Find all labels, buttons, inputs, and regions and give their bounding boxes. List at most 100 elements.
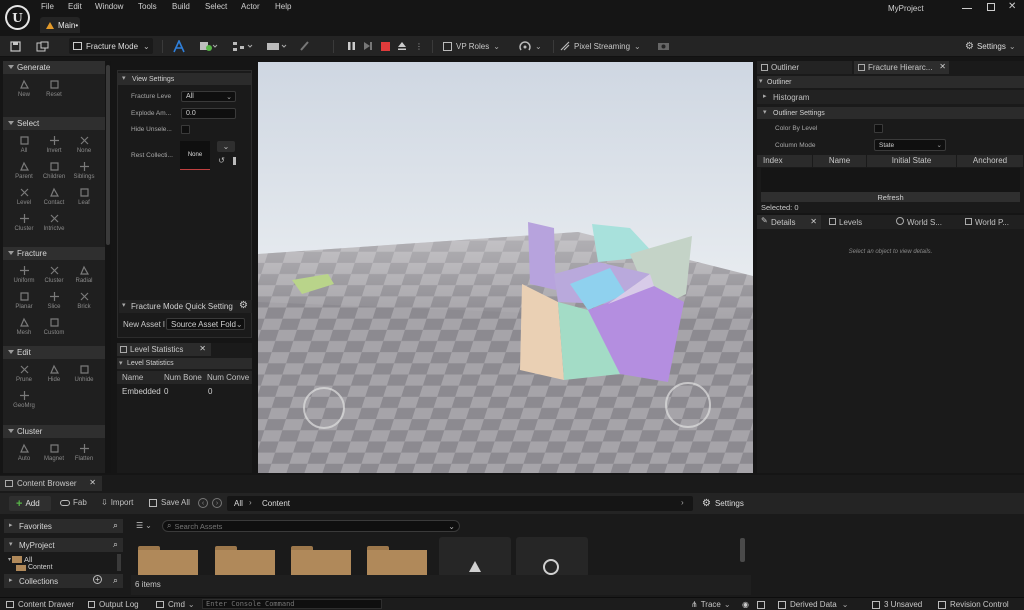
- folder-icon[interactable]: [367, 546, 427, 575]
- mode-select-dropdown[interactable]: Fracture Mode ⌄: [69, 38, 153, 54]
- fab-button[interactable]: Fab: [60, 498, 87, 507]
- blueprint-icon[interactable]: [231, 38, 255, 54]
- breadcrumb-content[interactable]: Content: [262, 499, 290, 508]
- tool-invert[interactable]: Invert: [39, 135, 69, 159]
- level-statistics-tab[interactable]: Level Statistics ✕: [117, 343, 211, 356]
- menu-select[interactable]: Select: [205, 2, 227, 11]
- history-back-icon[interactable]: ‹: [198, 498, 208, 508]
- tab-world-partition[interactable]: World P...: [961, 215, 1023, 229]
- tool-radial[interactable]: Radial: [69, 265, 99, 289]
- play-options-icon[interactable]: ⋮: [415, 38, 423, 54]
- tab-outliner[interactable]: Outliner: [757, 61, 852, 74]
- hide-unselected-checkbox[interactable]: [181, 125, 190, 134]
- pixel-streaming-button[interactable]: Pixel Streaming ⌄: [560, 38, 648, 54]
- column-num-convex[interactable]: Num Conve: [207, 373, 249, 382]
- settings-button[interactable]: ⚙ Settings ⌄: [965, 38, 1021, 54]
- fracture-hierarchy-tree[interactable]: [761, 168, 1020, 192]
- view-settings-header[interactable]: ▾ View Settings: [118, 73, 251, 85]
- refresh-button[interactable]: Refresh: [761, 192, 1020, 202]
- search-icon[interactable]: ⌕: [113, 520, 118, 531]
- unreal-logo-icon[interactable]: U: [5, 5, 30, 30]
- content-drawer-button[interactable]: Content Drawer: [6, 600, 74, 609]
- add-actor-icon[interactable]: [198, 38, 220, 54]
- cinematics-icon[interactable]: [265, 38, 289, 54]
- folder-icon[interactable]: [215, 546, 275, 575]
- stop-icon[interactable]: [379, 38, 391, 54]
- tool-children[interactable]: Children: [39, 161, 69, 185]
- revision-control-button[interactable]: Revision Control: [938, 600, 1009, 609]
- tool-cluster[interactable]: Cluster: [9, 213, 39, 237]
- tool-hide[interactable]: Hide: [39, 364, 69, 388]
- add-button[interactable]: + Add: [9, 496, 51, 511]
- close-window-icon[interactable]: ✕: [1008, 1, 1016, 12]
- close-tab-icon[interactable]: ✕: [939, 62, 946, 71]
- search-assets-box[interactable]: ⌕ ⌄: [162, 520, 460, 532]
- close-tab-icon[interactable]: ✕: [89, 478, 96, 487]
- tool-flatten[interactable]: Flatten: [69, 443, 99, 467]
- gear-icon[interactable]: ⚙: [239, 300, 248, 311]
- search-icon[interactable]: ⌕: [113, 575, 118, 586]
- fragment[interactable]: [528, 222, 556, 290]
- content-browser-tab[interactable]: Content Browser ✕: [0, 476, 102, 491]
- tool-planar[interactable]: Planar: [9, 291, 39, 315]
- tool-contact[interactable]: Contact: [39, 187, 69, 211]
- fracture-level-select[interactable]: All ⌄: [181, 91, 236, 102]
- level-viewport[interactable]: [258, 62, 753, 473]
- save-all-button[interactable]: Save All: [149, 498, 190, 507]
- palette-scrollbar[interactable]: [105, 61, 111, 473]
- tool-new[interactable]: New: [9, 79, 39, 103]
- save-icon[interactable]: [8, 38, 22, 54]
- menu-actor[interactable]: Actor: [241, 2, 260, 11]
- search-assets-input[interactable]: [174, 521, 435, 531]
- derived-data-button[interactable]: Derived Data ⌄: [778, 600, 848, 609]
- live-link-button[interactable]: ⌄: [519, 38, 547, 54]
- category-edit[interactable]: Edit: [3, 346, 105, 359]
- tool-intrictve[interactable]: Intrictve: [39, 213, 69, 237]
- breadcrumb-separator-icon[interactable]: ›: [681, 498, 684, 507]
- brush-icon[interactable]: [298, 38, 312, 54]
- document-tab-main[interactable]: Main•: [40, 17, 80, 33]
- column-index[interactable]: Index: [757, 155, 813, 167]
- rest-collection-dropdown[interactable]: ⌄: [217, 141, 235, 152]
- tool-uniform[interactable]: Uniform: [9, 265, 39, 289]
- tool-leaf[interactable]: Leaf: [69, 187, 99, 211]
- collections-header[interactable]: ▸ Collections + ⌕: [4, 574, 123, 588]
- column-name[interactable]: Name: [122, 373, 143, 382]
- quick-settings-header[interactable]: ▾ Fracture Mode Quick Setting ⚙: [119, 300, 252, 313]
- table-row[interactable]: Embedded 0 0: [117, 385, 252, 397]
- project-header[interactable]: ▾ MyProject ⌕: [4, 538, 123, 552]
- record-icon[interactable]: ◉: [742, 600, 749, 609]
- pause-icon[interactable]: [345, 38, 357, 54]
- content-browser-icon[interactable]: [34, 38, 50, 54]
- tab-levels[interactable]: Levels: [825, 215, 889, 229]
- histogram-header[interactable]: ▸ Histogram: [757, 90, 1024, 104]
- use-selected-icon[interactable]: [233, 157, 236, 165]
- tool-slice[interactable]: Slice: [39, 291, 69, 315]
- camera-icon[interactable]: [655, 38, 671, 54]
- close-tab-icon[interactable]: ✕: [810, 217, 817, 226]
- menu-edit[interactable]: Edit: [68, 2, 82, 11]
- color-by-level-checkbox[interactable]: [874, 124, 883, 133]
- column-anchored[interactable]: Anchored: [957, 155, 1024, 167]
- trace-button[interactable]: ⋔ Trace ⌄: [691, 600, 731, 609]
- tool-prune[interactable]: Prune: [9, 364, 39, 388]
- search-icon[interactable]: ⌕: [113, 539, 118, 550]
- asset-thumbnail[interactable]: [439, 537, 511, 575]
- tab-world-settings[interactable]: World S...: [893, 215, 957, 229]
- menu-help[interactable]: Help: [275, 2, 291, 11]
- rest-collection-thumbnail[interactable]: None: [180, 141, 210, 170]
- tool-unhide[interactable]: Unhide: [69, 364, 99, 388]
- tool-geomrg[interactable]: GeoMrg: [9, 390, 39, 414]
- asset-thumbnail[interactable]: [516, 537, 588, 575]
- menu-build[interactable]: Build: [172, 2, 190, 11]
- cmd-button[interactable]: Cmd ⌄: [156, 600, 195, 609]
- asset-view-scrollbar[interactable]: [740, 538, 745, 562]
- history-forward-icon[interactable]: ›: [212, 498, 222, 508]
- minimize-icon[interactable]: [962, 3, 972, 11]
- folder-icon[interactable]: [138, 546, 198, 575]
- tab-fracture-hierarchy[interactable]: Fracture Hierarc... ✕: [854, 61, 949, 74]
- filter-button[interactable]: ☰ ⌄: [136, 519, 161, 532]
- folder-icon[interactable]: [291, 546, 351, 575]
- category-cluster[interactable]: Cluster: [3, 425, 105, 438]
- tool-none[interactable]: None: [69, 135, 99, 159]
